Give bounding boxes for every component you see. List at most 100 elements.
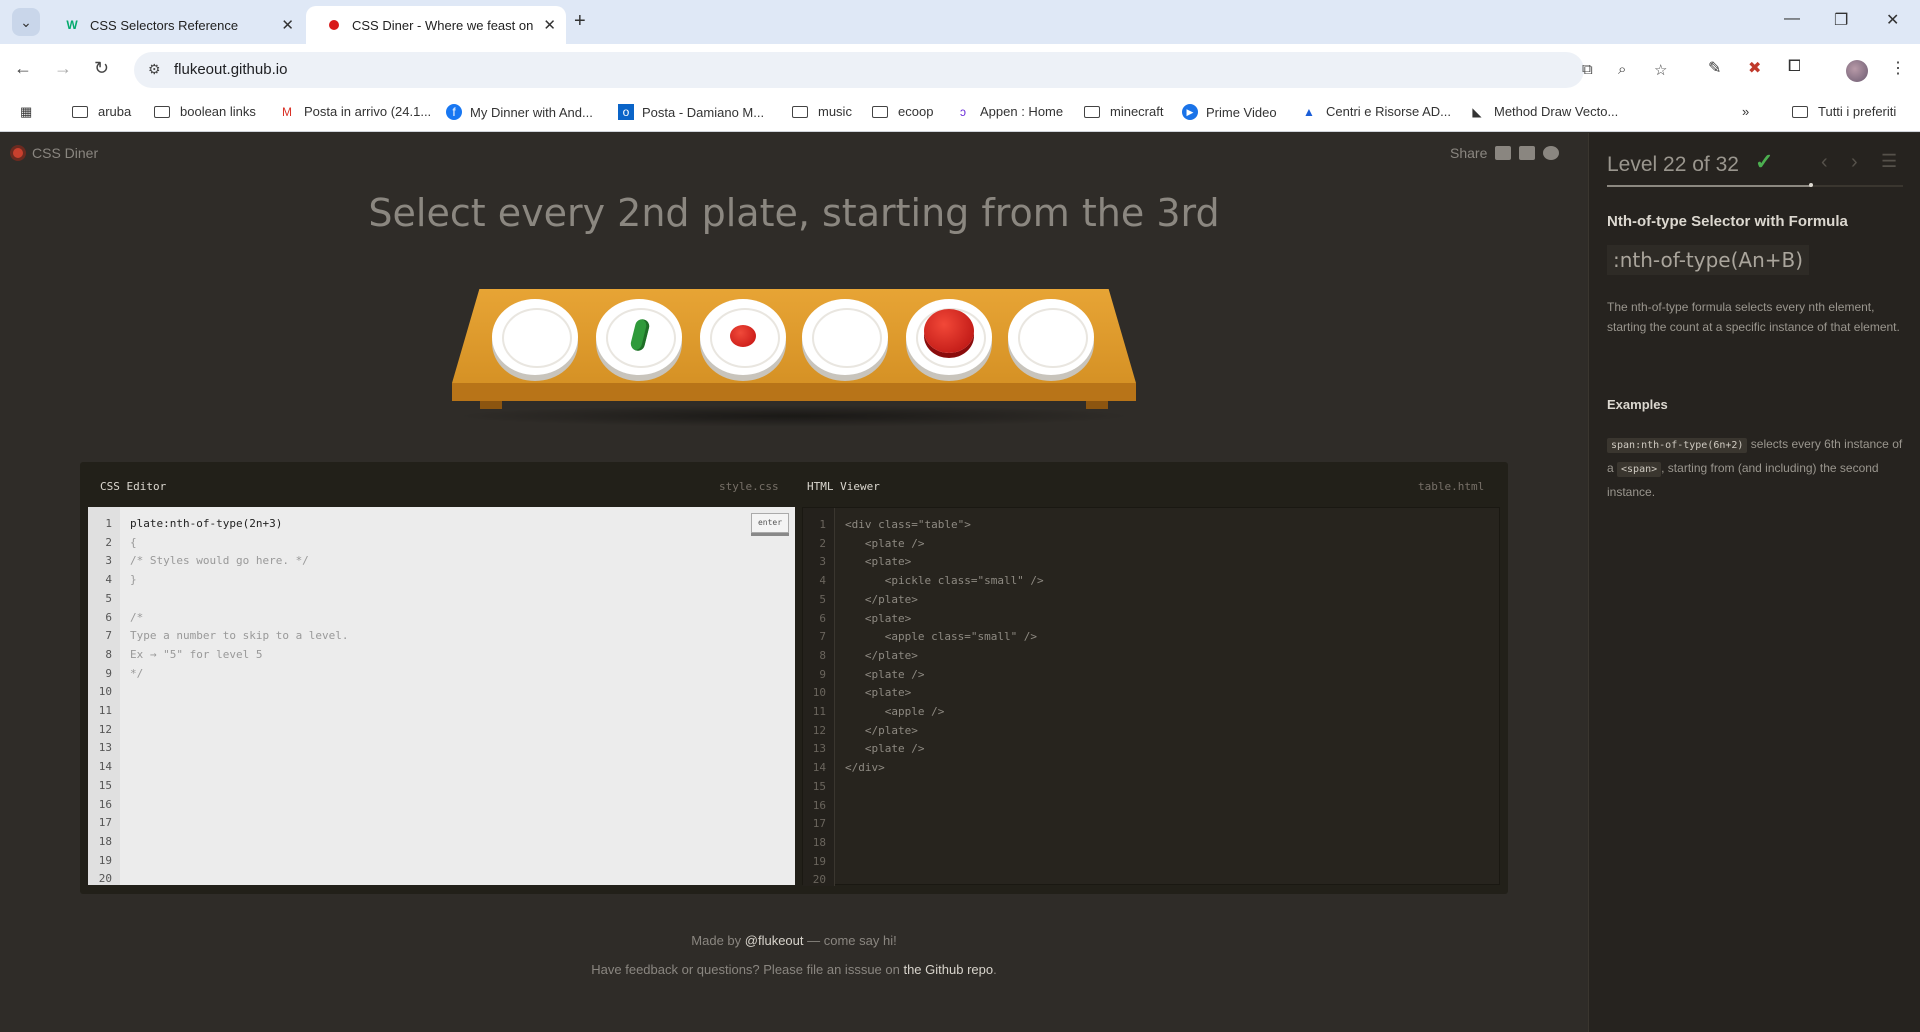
level-menu-icon[interactable]: ☰ [1881, 151, 1897, 172]
line-number: 15 [812, 779, 826, 793]
line-number: 7 [105, 629, 112, 643]
extensions-icon[interactable]: ⧠ [1788, 58, 1801, 76]
css-editor-pane[interactable]: 1 2 3 4 5 6 7 8 9 10 11 12 13 14 15 16 17 18 19 20 plate:nt… [88, 507, 795, 885]
menu-dots-icon[interactable]: ⋮ [1890, 58, 1906, 78]
markup-line[interactable]: </plate> [845, 591, 1044, 610]
reload-icon[interactable]: ↻ [94, 58, 109, 79]
bookmarks-bar: ▦ aruba boolean links M Posta in arrivo (… [0, 96, 1920, 132]
plate[interactable] [1008, 299, 1094, 375]
plate[interactable] [596, 299, 682, 375]
html-markup[interactable]: <div class="table"> <plate /> <plate> <p… [845, 508, 1044, 778]
markup-line[interactable]: <plate> [845, 684, 1044, 703]
markup-line[interactable]: <plate> [845, 553, 1044, 572]
github-repo-link[interactable]: the Github repo [903, 962, 993, 977]
email-icon[interactable] [1495, 146, 1512, 160]
bookmark-ecoop[interactable]: ecoop [872, 104, 933, 119]
bookmark-prime-video[interactable]: ▶ Prime Video [1182, 104, 1277, 120]
site-info-icon[interactable]: ⚙ [148, 61, 161, 78]
line-number: 20 [98, 872, 112, 886]
plate[interactable] [906, 299, 992, 375]
zoom-icon[interactable]: ⌕ [1618, 61, 1626, 78]
next-level-icon[interactable]: › [1851, 151, 1858, 174]
plate[interactable] [802, 299, 888, 375]
level-header[interactable]: Level 22 of 32 [1607, 153, 1739, 177]
bookmark-method-draw[interactable]: ◣ Method Draw Vecto... [1468, 104, 1618, 119]
markup-line[interactable]: <plate /> [845, 535, 1044, 554]
new-tab-button[interactable]: + [574, 10, 586, 33]
back-icon[interactable]: ← [14, 58, 32, 79]
code-line: */ [130, 666, 144, 680]
forward-icon[interactable]: → [54, 58, 72, 79]
markup-line[interactable]: <plate> [845, 610, 1044, 629]
line-number: 5 [819, 592, 826, 606]
line-number: 14 [812, 761, 826, 775]
facebook-icon[interactable] [1519, 146, 1536, 160]
apple[interactable] [924, 309, 974, 353]
folder-icon [154, 105, 170, 118]
markup-line[interactable]: <pickle class="small" /> [845, 572, 1044, 591]
markup-line[interactable]: </plate> [845, 722, 1044, 741]
bookmark-appen[interactable]: ↄ Appen : Home [954, 104, 1063, 119]
translate-icon[interactable]: ⧉ [1582, 61, 1593, 78]
bookmark-facebook[interactable]: f My Dinner with And... [446, 104, 593, 120]
all-bookmarks[interactable]: Tutti i preferiti [1792, 104, 1896, 119]
bookmark-aruba[interactable]: aruba [72, 104, 131, 119]
markup-line[interactable]: <plate /> [845, 666, 1044, 685]
examples-title: Examples [1607, 397, 1668, 412]
plate[interactable] [700, 299, 786, 375]
apple-small[interactable] [730, 325, 756, 347]
tab-css-diner[interactable]: CSS Diner - Where we feast on ✕ [306, 6, 566, 44]
close-tab-icon[interactable]: ✕ [281, 16, 294, 34]
bookmark-music[interactable]: music [792, 104, 852, 119]
appen-icon: ↄ [960, 104, 966, 119]
css-code[interactable]: plate:nth-of-type(2n+3){/* Styles would … [130, 507, 349, 683]
bookmark-star-icon[interactable]: ☆ [1654, 61, 1667, 79]
plate[interactable] [492, 299, 578, 375]
bookmark-adobe[interactable]: ▲ Centri e Risorse AD... [1300, 104, 1451, 119]
pickle-small[interactable] [629, 317, 651, 353]
enter-button[interactable]: enter [751, 513, 789, 533]
line-number: 14 [98, 760, 112, 774]
markup-line[interactable]: <div class="table"> [845, 516, 1044, 535]
twitter-icon[interactable] [1543, 146, 1560, 160]
more-bookmarks-icon[interactable]: » [1742, 104, 1749, 119]
eyedropper-icon[interactable]: ✎ [1708, 58, 1721, 78]
line-number: 13 [98, 741, 112, 755]
bookmark-outlook[interactable]: o Posta - Damiano M... [618, 104, 764, 120]
close-window-icon[interactable]: ✕ [1886, 10, 1899, 30]
bookmark-label: Prime Video [1206, 104, 1277, 120]
close-tab-icon[interactable]: ✕ [543, 16, 556, 34]
bookmark-minecraft[interactable]: minecraft [1084, 104, 1163, 119]
markup-line[interactable]: <apple /> [845, 703, 1044, 722]
line-number: 4 [105, 573, 112, 587]
css-editor-title: CSS Editor [100, 480, 167, 493]
bookmark-label: music [818, 104, 852, 119]
bookmark-gmail[interactable]: M Posta in arrivo (24.1... [278, 104, 431, 119]
extension-tools-icon[interactable]: ✖ [1748, 58, 1761, 78]
markup-line[interactable]: <apple class="small" /> [845, 628, 1044, 647]
line-number: 19 [812, 854, 826, 868]
css-file-name: style.css [719, 480, 779, 493]
markup-line[interactable]: </plate> [845, 647, 1044, 666]
restore-icon[interactable]: ❐ [1834, 10, 1848, 30]
markup-line[interactable]: <plate /> [845, 740, 1044, 759]
css-input-line[interactable]: plate:nth-of-type(2n+3) [130, 515, 349, 534]
line-number: 10 [98, 685, 112, 699]
css-diner-page: CSS Diner Share Select every 2nd plate, … [0, 133, 1920, 1032]
minimize-icon[interactable]: — [1784, 10, 1800, 28]
bookmark-boolean-links[interactable]: boolean links [154, 104, 256, 119]
line-number: 15 [98, 778, 112, 792]
url-text[interactable]: flukeout.github.io [174, 61, 287, 78]
address-bar[interactable]: ⚙ flukeout.github.io ⧉ ⌕ ☆ [134, 52, 1667, 88]
tab-css-selectors-reference[interactable]: W CSS Selectors Reference ✕ [44, 6, 304, 44]
profile-avatar[interactable] [1846, 60, 1868, 82]
method-draw-icon: ◣ [1472, 104, 1482, 119]
line-number: 17 [812, 817, 826, 831]
css-diner-logo[interactable]: CSS Diner [10, 145, 98, 161]
markup-line[interactable]: </div> [845, 759, 1044, 778]
line-numbers: 1 2 3 4 5 6 7 8 9 10 11 12 13 14 15 16 17 18 19 20 [803, 508, 835, 886]
tab-search-button[interactable]: ⌄ [12, 8, 40, 36]
previous-level-icon[interactable]: ‹ [1821, 151, 1828, 174]
flukeout-link[interactable]: @flukeout [745, 933, 804, 948]
apps-grid-icon[interactable]: ▦ [20, 104, 32, 120]
